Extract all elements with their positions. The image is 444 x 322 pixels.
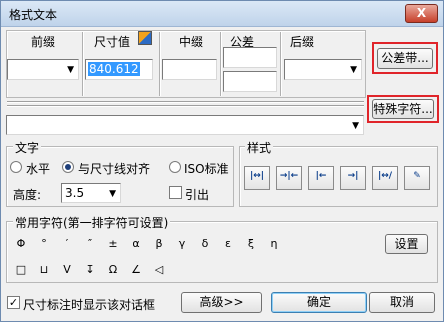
char-button[interactable]: ⊔ bbox=[36, 263, 52, 276]
char-button[interactable]: ◁ bbox=[151, 263, 167, 276]
chars-group-title: 常用字符(第一排字符可设置) bbox=[13, 214, 171, 231]
char-button[interactable]: Φ bbox=[13, 237, 29, 250]
style-group-title: 样式 bbox=[245, 139, 274, 156]
settings-button[interactable]: 设置 bbox=[385, 234, 428, 254]
arrow-both-button[interactable]: |↔| bbox=[244, 166, 270, 190]
format-text-dialog: 格式文本 X 前缀 尺寸值 中缀 公差 后缀 ▼ 840.612 ▼ 公差带..… bbox=[0, 0, 444, 322]
prefix-combo[interactable]: ▼ bbox=[7, 59, 79, 80]
arrow-inside-button[interactable]: →|← bbox=[276, 166, 302, 190]
close-button[interactable]: X bbox=[405, 4, 438, 23]
separator bbox=[7, 101, 364, 103]
char-button[interactable]: ↧ bbox=[82, 263, 98, 276]
separator bbox=[82, 32, 84, 96]
chevron-down-icon: ▼ bbox=[350, 65, 357, 75]
arrow-out-right-icon: →| bbox=[347, 171, 359, 181]
char-button[interactable]: V bbox=[59, 263, 75, 276]
separator bbox=[280, 32, 282, 96]
middle-header: 中缀 bbox=[179, 35, 204, 49]
cancel-button[interactable]: 取消 bbox=[369, 292, 435, 313]
suffix-combo[interactable]: ▼ bbox=[284, 59, 362, 80]
prefix-header: 前缀 bbox=[31, 35, 56, 49]
leader-label: 引出 bbox=[185, 188, 210, 202]
char-button[interactable]: ° bbox=[36, 237, 52, 250]
upper-tolerance-input[interactable] bbox=[223, 47, 277, 68]
special-char-button[interactable]: 特殊字符... bbox=[372, 99, 434, 119]
leader-checkbox[interactable] bbox=[169, 186, 182, 199]
tolerance-band-button[interactable]: 公差带... bbox=[377, 48, 433, 69]
arrow-slash-icon: |↔/ bbox=[377, 171, 393, 181]
lower-tolerance-input[interactable] bbox=[223, 71, 277, 92]
height-value: 3.5 bbox=[65, 186, 85, 200]
suffix-header: 后缀 bbox=[290, 35, 315, 49]
edit-style-button[interactable]: ✎ bbox=[404, 166, 430, 190]
char-button[interactable]: γ bbox=[174, 237, 190, 250]
height-label: 高度: bbox=[13, 188, 42, 202]
char-button[interactable]: ± bbox=[105, 237, 121, 250]
char-button[interactable]: ″ bbox=[82, 237, 98, 250]
arrow-out-right-button[interactable]: →| bbox=[340, 166, 366, 190]
horizontal-label: 水平 bbox=[26, 162, 51, 176]
horizontal-radio[interactable] bbox=[10, 161, 22, 173]
align-label: 与尺寸线对齐 bbox=[78, 162, 151, 176]
dimension-header: 尺寸值 bbox=[94, 35, 131, 49]
dimension-picker-icon[interactable] bbox=[138, 31, 152, 45]
text-group-title: 文字 bbox=[13, 139, 42, 156]
char-button[interactable]: α bbox=[128, 237, 144, 250]
advanced-button[interactable]: 高级>> bbox=[181, 292, 262, 313]
height-combo[interactable]: 3.5 ▼ bbox=[61, 183, 121, 203]
char-button[interactable]: □ bbox=[13, 263, 29, 276]
ok-button[interactable]: 确定 bbox=[271, 292, 367, 313]
separator bbox=[7, 105, 364, 107]
show-dialog-checkbox[interactable]: ✓ bbox=[7, 296, 20, 309]
iso-label: ISO标准 bbox=[184, 162, 229, 176]
char-button[interactable]: ξ bbox=[243, 237, 259, 250]
char-button[interactable]: Ω bbox=[105, 263, 121, 276]
char-button[interactable]: ′ bbox=[59, 237, 75, 250]
title-bar: 格式文本 X bbox=[1, 1, 443, 27]
preview-combo[interactable]: ▼ bbox=[6, 115, 364, 135]
char-button[interactable]: β bbox=[151, 237, 167, 250]
separator bbox=[220, 32, 222, 96]
separator bbox=[159, 32, 161, 96]
window-title: 格式文本 bbox=[9, 8, 58, 22]
arrow-out-left-icon: |← bbox=[315, 171, 327, 181]
arrow-inside-icon: →|← bbox=[279, 171, 299, 181]
char-button[interactable]: ε bbox=[220, 237, 236, 250]
dimension-value-input[interactable]: 840.612 bbox=[85, 59, 153, 80]
arrow-out-left-button[interactable]: |← bbox=[308, 166, 334, 190]
edit-style-icon: ✎ bbox=[413, 171, 421, 181]
chevron-down-icon: ▼ bbox=[67, 65, 74, 75]
char-button[interactable]: ∠ bbox=[128, 263, 144, 276]
char-button[interactable]: η bbox=[266, 237, 282, 250]
iso-radio[interactable] bbox=[169, 161, 181, 173]
chevron-down-icon: ▼ bbox=[109, 189, 116, 199]
middle-input[interactable] bbox=[162, 59, 217, 80]
arrow-slash-button[interactable]: |↔/ bbox=[372, 166, 398, 190]
dimension-value-text: 840.612 bbox=[88, 62, 140, 76]
char-button[interactable]: δ bbox=[197, 237, 213, 250]
show-dialog-label: 尺寸标注时显示该对话框 bbox=[23, 298, 156, 312]
arrow-both-icon: |↔| bbox=[249, 171, 265, 181]
align-radio[interactable] bbox=[62, 161, 74, 173]
chevron-down-icon: ▼ bbox=[352, 121, 359, 131]
